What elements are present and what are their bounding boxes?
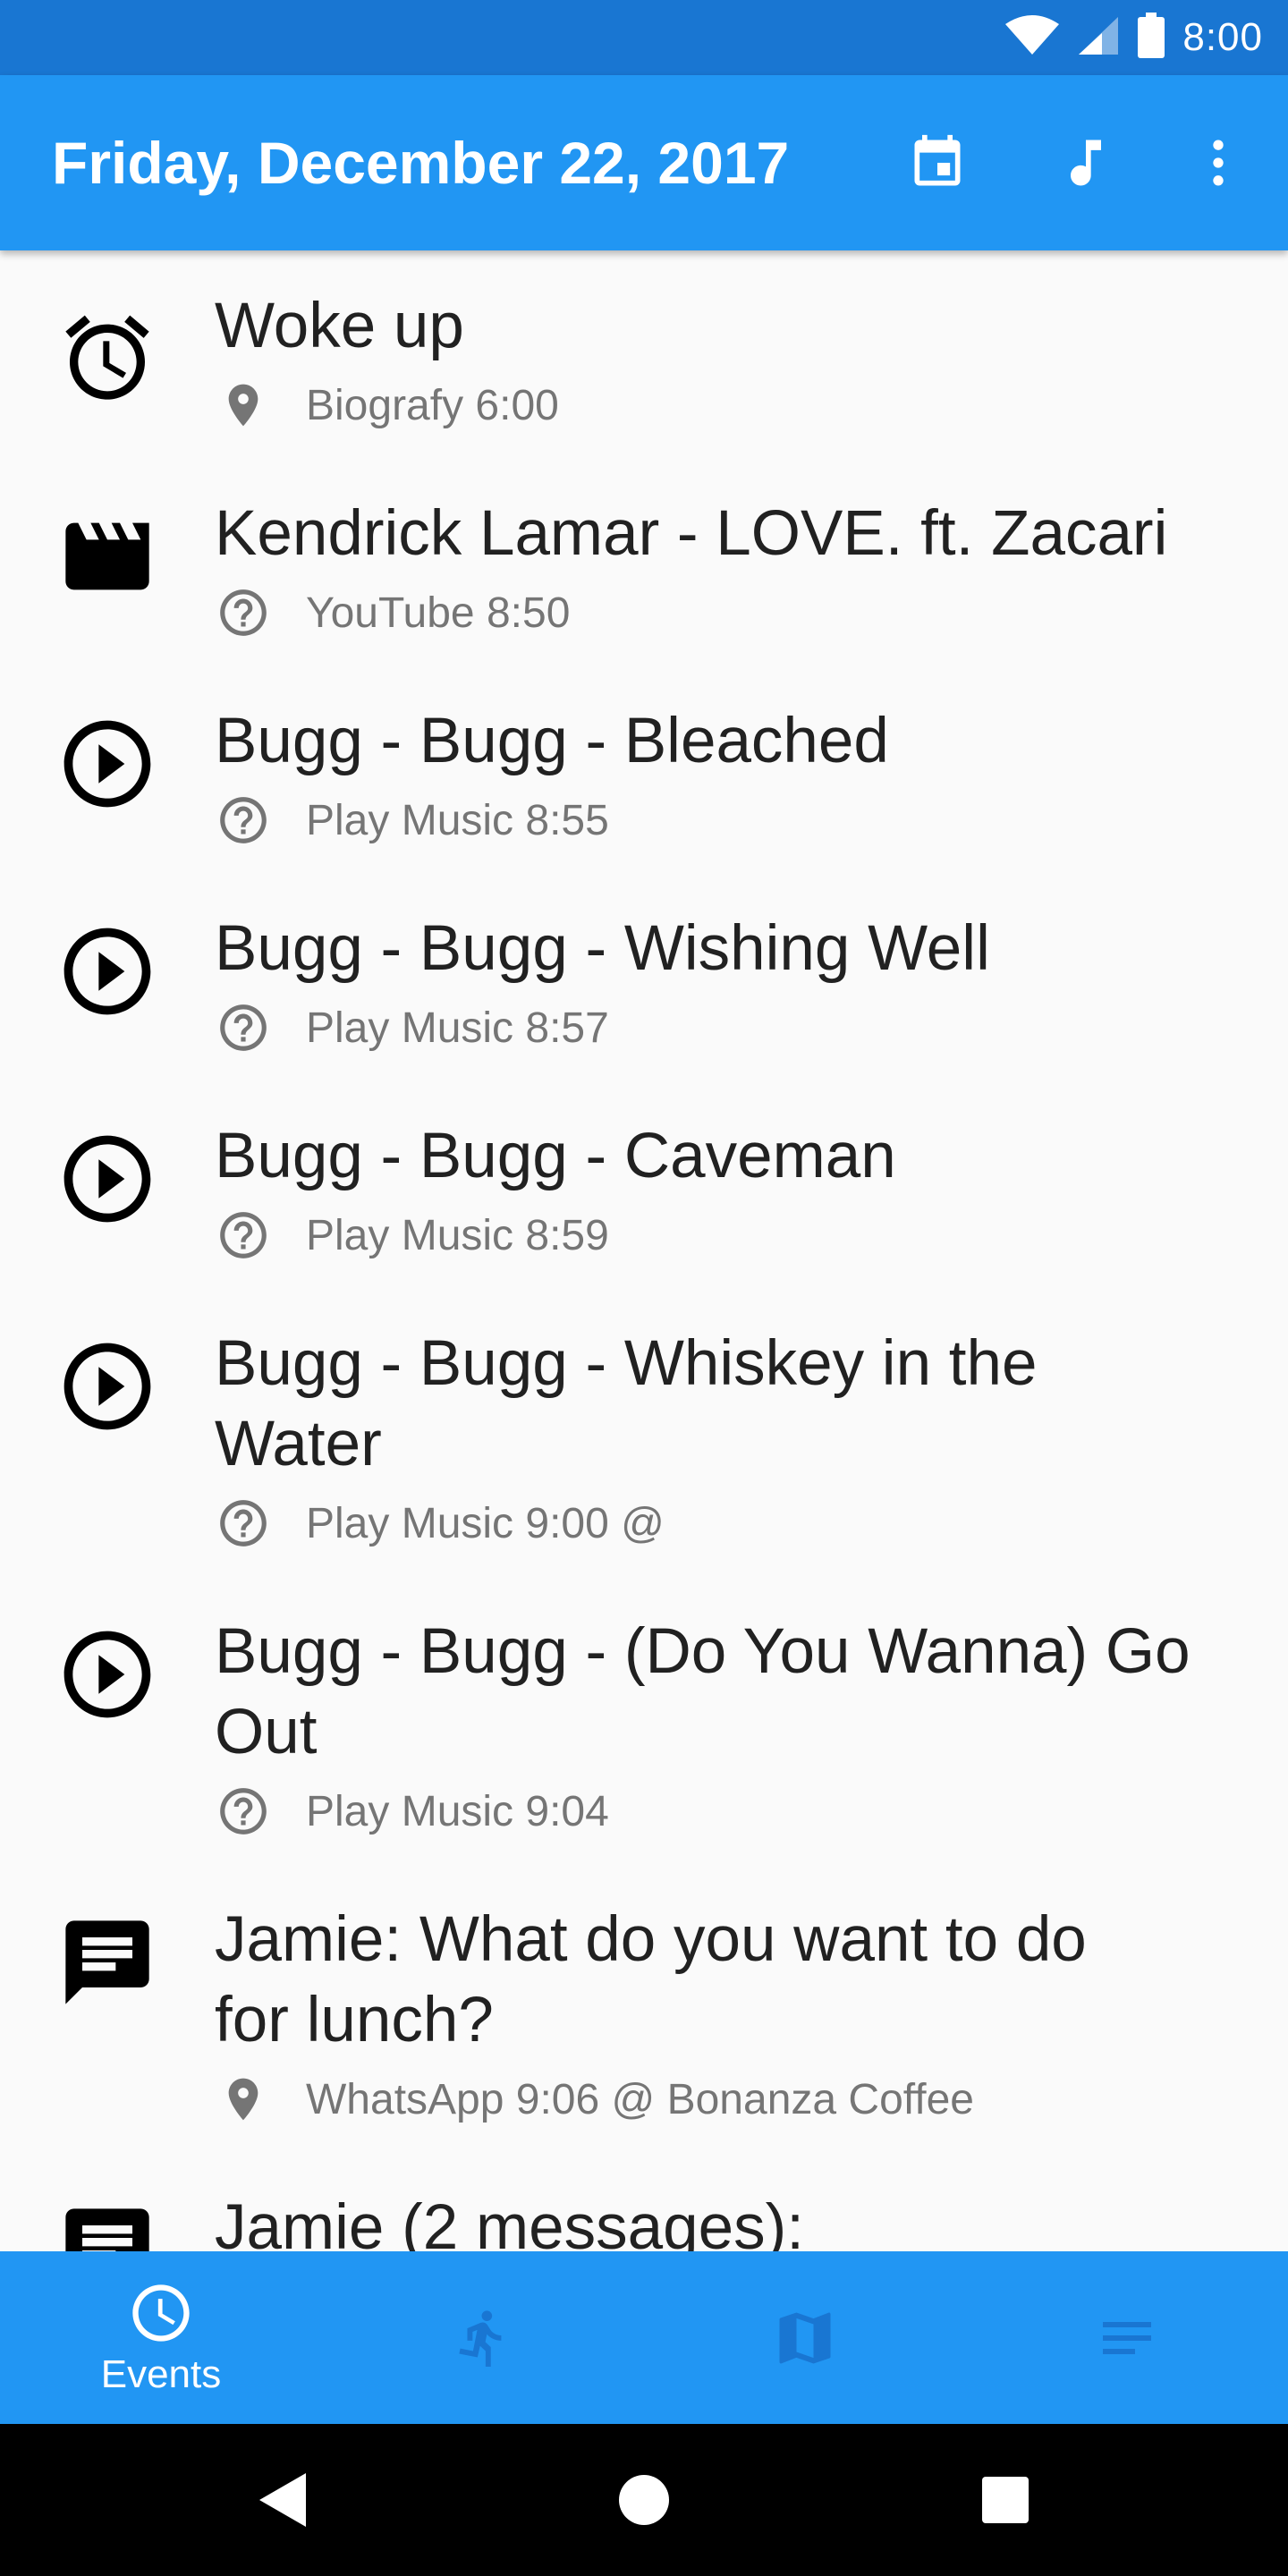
list-item[interactable]: Bugg - Bugg - (Do You Wanna) Go Out Play…	[0, 1576, 1288, 1864]
app-bar: Friday, December 22, 2017	[0, 75, 1288, 250]
event-title: Bugg - Bugg - (Do You Wanna) Go Out	[215, 1616, 1191, 1767]
list-item[interactable]: Jamie (2 messages):	[0, 2152, 1288, 2251]
movie-clapper-icon	[55, 504, 159, 608]
music-button[interactable]	[1050, 127, 1122, 199]
list-item[interactable]: Bugg - Bugg - Bleached Play Music 8:55	[0, 665, 1288, 873]
events-list[interactable]: Woke up Biografy 6:00 Kendrick Lamar - L…	[0, 250, 1288, 2251]
event-meta: Play Music 9:00 @	[306, 1499, 665, 1547]
help-circle-icon	[215, 792, 272, 849]
play-circle-icon	[55, 1335, 159, 1438]
status-time: 8:00	[1182, 15, 1263, 59]
event-meta: WhatsApp 9:06 @ Bonanza Coffee	[306, 2075, 974, 2123]
walking-icon	[459, 2309, 502, 2367]
list-item[interactable]: Woke up Biografy 6:00	[0, 250, 1288, 458]
more-options-button[interactable]	[1182, 127, 1254, 199]
help-circle-icon	[215, 999, 272, 1056]
back-icon	[259, 2473, 306, 2527]
event-meta: Play Music 9:04	[306, 1787, 609, 1835]
home-icon	[619, 2475, 669, 2525]
event-title: Bugg - Bugg - Bleached	[215, 706, 889, 776]
home-button[interactable]	[608, 2464, 680, 2536]
page-title: Friday, December 22, 2017	[52, 130, 790, 196]
alarm-icon	[55, 306, 159, 410]
play-circle-icon	[55, 919, 159, 1023]
status-bar: 8:00	[0, 0, 1288, 75]
bottom-navigation: Events	[0, 2251, 1288, 2424]
list-item[interactable]: Bugg - Bugg - Caveman Play Music 8:59	[0, 1080, 1288, 1288]
cell-signal-icon	[1075, 15, 1120, 61]
wifi-icon	[1005, 14, 1060, 61]
tab-notes[interactable]	[966, 2251, 1288, 2424]
music-note-icon	[1071, 140, 1101, 186]
tab-map[interactable]	[644, 2251, 966, 2424]
notes-icon	[1103, 2321, 1151, 2354]
event-title: Bugg - Bugg - Whiskey in the Water	[215, 1328, 1038, 1479]
list-item[interactable]: Bugg - Bugg - Wishing Well Play Music 8:…	[0, 873, 1288, 1080]
event-meta: Play Music 8:59	[306, 1211, 609, 1259]
message-icon	[55, 1911, 159, 2014]
event-title: Kendrick Lamar - LOVE. ft. Zacari	[215, 498, 1168, 569]
play-circle-icon	[55, 1623, 159, 1726]
clock-icon	[132, 2284, 190, 2342]
help-circle-icon	[215, 1207, 272, 1264]
list-item[interactable]: Bugg - Bugg - Whiskey in the Water Play …	[0, 1288, 1288, 1576]
event-title: Bugg - Bugg - Wishing Well	[215, 913, 990, 984]
tab-events-label: Events	[100, 2351, 222, 2396]
recents-icon	[982, 2477, 1029, 2523]
help-circle-icon	[215, 1783, 272, 1840]
help-circle-icon	[215, 1495, 272, 1552]
event-meta: YouTube 8:50	[306, 589, 571, 637]
message-icon	[55, 2199, 159, 2251]
list-item[interactable]: Jamie: What do you want to do for lunch?…	[0, 1864, 1288, 2152]
map-icon	[779, 2312, 831, 2363]
recents-button[interactable]	[970, 2464, 1041, 2536]
event-meta: Play Music 8:55	[306, 796, 609, 844]
back-button[interactable]	[247, 2464, 318, 2536]
event-title: Woke up	[215, 291, 464, 361]
play-circle-icon	[55, 1127, 159, 1231]
tab-events[interactable]: Events	[0, 2251, 322, 2424]
help-circle-icon	[215, 584, 272, 641]
event-title: Bugg - Bugg - Caveman	[215, 1121, 896, 1191]
list-item[interactable]: Kendrick Lamar - LOVE. ft. Zacari YouTub…	[0, 458, 1288, 665]
play-circle-icon	[55, 712, 159, 816]
location-pin-icon	[215, 377, 272, 434]
battery-icon	[1136, 12, 1166, 64]
more-vert-icon	[1213, 140, 1224, 186]
event-title: Jamie (2 messages):	[215, 2192, 804, 2251]
calendar-icon	[914, 134, 961, 186]
event-meta: Biografy 6:00	[306, 381, 559, 429]
calendar-button[interactable]	[902, 127, 973, 199]
event-meta: Play Music 8:57	[306, 1004, 609, 1052]
system-navigation-bar	[0, 2424, 1288, 2576]
location-pin-icon	[215, 2071, 272, 2128]
event-title: Jamie: What do you want to do for lunch?	[215, 1904, 1087, 2055]
tab-activity[interactable]	[322, 2251, 644, 2424]
